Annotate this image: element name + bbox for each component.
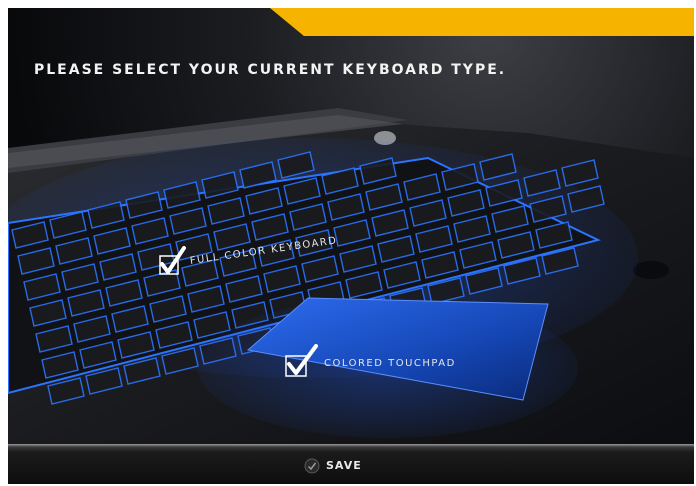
colored-touchpad-label: Colored Touchpad — [324, 358, 456, 369]
accent-bar — [270, 8, 694, 36]
keyboard-type-screen: Please select your current keyboard type… — [8, 8, 694, 484]
dialog-frame: Please select your current keyboard type… — [0, 0, 696, 486]
page-title: Please select your current keyboard type… — [34, 62, 507, 78]
save-button[interactable]: SAVE — [304, 454, 394, 478]
save-label: SAVE — [326, 459, 362, 472]
full-color-keyboard-option[interactable]: Full Color Keyboard — [158, 235, 368, 282]
right-speaker — [633, 261, 669, 279]
checkmark-icon[interactable] — [158, 246, 186, 278]
checkmark-icon[interactable] — [284, 344, 318, 378]
save-icon — [304, 458, 320, 474]
colored-touchpad-option[interactable]: Colored Touchpad — [284, 344, 514, 380]
